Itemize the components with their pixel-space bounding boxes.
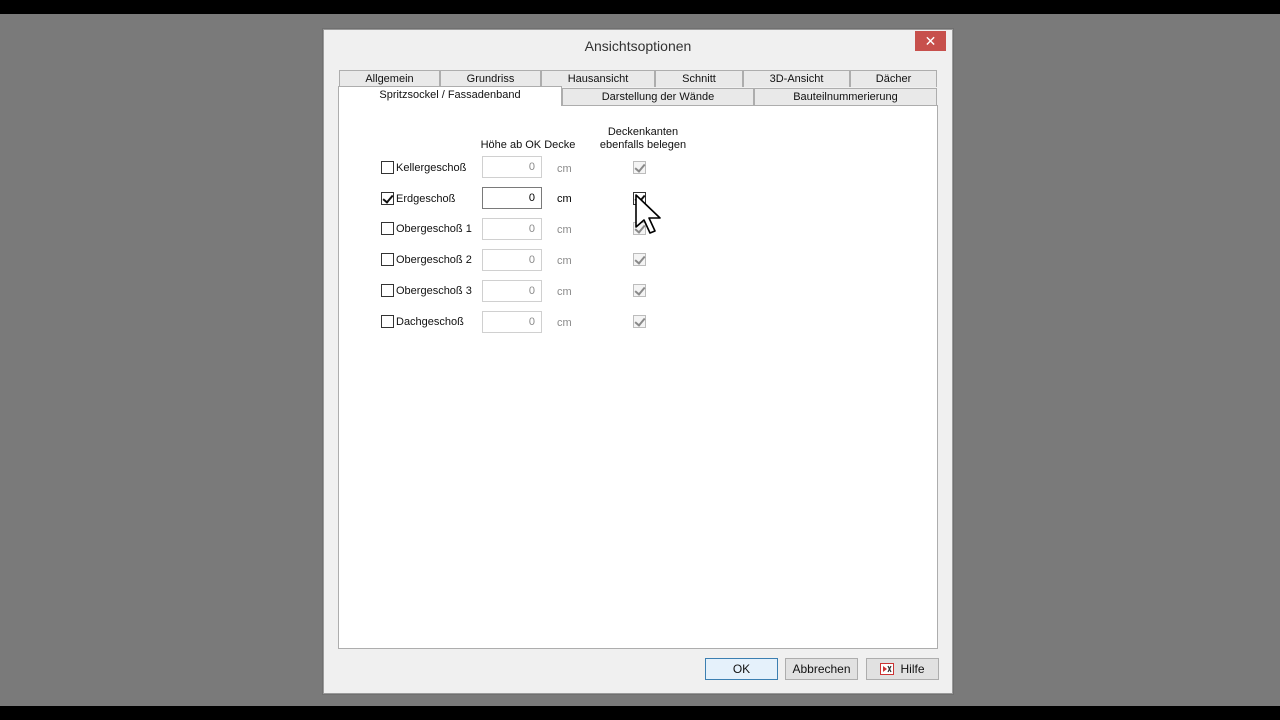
- tab-3d-ansicht[interactable]: 3D-Ansicht: [743, 70, 850, 87]
- erdgeschoss-checkbox[interactable]: [381, 192, 394, 205]
- obergeschoss1-checkbox[interactable]: [381, 222, 394, 235]
- tab-schnitt[interactable]: Schnitt: [655, 70, 743, 87]
- title-bar: Ansichtsoptionen ✕: [324, 30, 952, 62]
- kellergeschoss-unit: cm: [557, 163, 572, 175]
- kellergeschoss-label: Kellergeschoß: [396, 162, 467, 174]
- obergeschoss3-label: Obergeschoß 3: [396, 285, 472, 297]
- tab-daecher[interactable]: Dächer: [850, 70, 937, 87]
- tab-hausansicht[interactable]: Hausansicht: [541, 70, 655, 87]
- edges-column-header-line1: Deckenkanten: [607, 126, 679, 138]
- dachgeschoss-height-input[interactable]: 0: [482, 311, 542, 333]
- obergeschoss2-edges-checkbox[interactable]: [633, 253, 646, 266]
- obergeschoss2-label: Obergeschoß 2: [396, 254, 472, 266]
- close-icon: ✕: [924, 33, 937, 49]
- dachgeschoss-checkbox[interactable]: [381, 315, 394, 328]
- dachgeschoss-edges-checkbox[interactable]: [633, 315, 646, 328]
- erdgeschoss-unit: cm: [557, 193, 572, 205]
- kellergeschoss-edges-checkbox[interactable]: [633, 161, 646, 174]
- dachgeschoss-label: Dachgeschoß: [396, 316, 464, 328]
- help-button-label: Hilfe: [900, 662, 925, 676]
- erdgeschoss-label: Erdgeschoß: [396, 193, 456, 205]
- close-button[interactable]: ✕: [915, 31, 946, 51]
- obergeschoss1-height-input[interactable]: 0: [482, 218, 542, 240]
- ansichtsoptionen-dialog: Ansichtsoptionen ✕ Allgemein Grundriss H…: [323, 29, 953, 694]
- tab-spritzsockel[interactable]: Spritzsockel / Fassadenband: [338, 86, 562, 106]
- help-icon: [880, 663, 895, 675]
- tab-grundriss[interactable]: Grundriss: [440, 70, 541, 87]
- obergeschoss2-checkbox[interactable]: [381, 253, 394, 266]
- edges-column-header-line2: ebenfalls belegen: [599, 139, 687, 151]
- height-column-header: Höhe ab OK Decke: [480, 139, 576, 151]
- cancel-button[interactable]: Abbrechen: [785, 658, 858, 680]
- kellergeschoss-checkbox[interactable]: [381, 161, 394, 174]
- obergeschoss1-unit: cm: [557, 224, 572, 236]
- tab-darstellung-waende[interactable]: Darstellung der Wände: [562, 88, 754, 105]
- obergeschoss2-height-input[interactable]: 0: [482, 249, 542, 271]
- dachgeschoss-unit: cm: [557, 317, 572, 329]
- obergeschoss1-label: Obergeschoß 1: [396, 223, 472, 235]
- obergeschoss3-unit: cm: [557, 286, 572, 298]
- letterbox-bottom: [0, 706, 1280, 720]
- tab-allgemein[interactable]: Allgemein: [339, 70, 440, 87]
- obergeschoss3-height-input[interactable]: 0: [482, 280, 542, 302]
- obergeschoss3-edges-checkbox[interactable]: [633, 284, 646, 297]
- ok-button[interactable]: OK: [705, 658, 778, 680]
- window-title: Ansichtsoptionen: [584, 38, 692, 54]
- letterbox-top: [0, 0, 1280, 14]
- help-button[interactable]: Hilfe: [866, 658, 939, 680]
- mouse-pointer-icon: [635, 194, 661, 234]
- obergeschoss3-checkbox[interactable]: [381, 284, 394, 297]
- erdgeschoss-height-input[interactable]: 0: [482, 187, 542, 209]
- obergeschoss2-unit: cm: [557, 255, 572, 267]
- tab-bauteilnummerierung[interactable]: Bauteilnummerierung: [754, 88, 937, 105]
- tab-panel: Höhe ab OK Decke Deckenkanten ebenfalls …: [338, 105, 938, 649]
- kellergeschoss-height-input[interactable]: 0: [482, 156, 542, 178]
